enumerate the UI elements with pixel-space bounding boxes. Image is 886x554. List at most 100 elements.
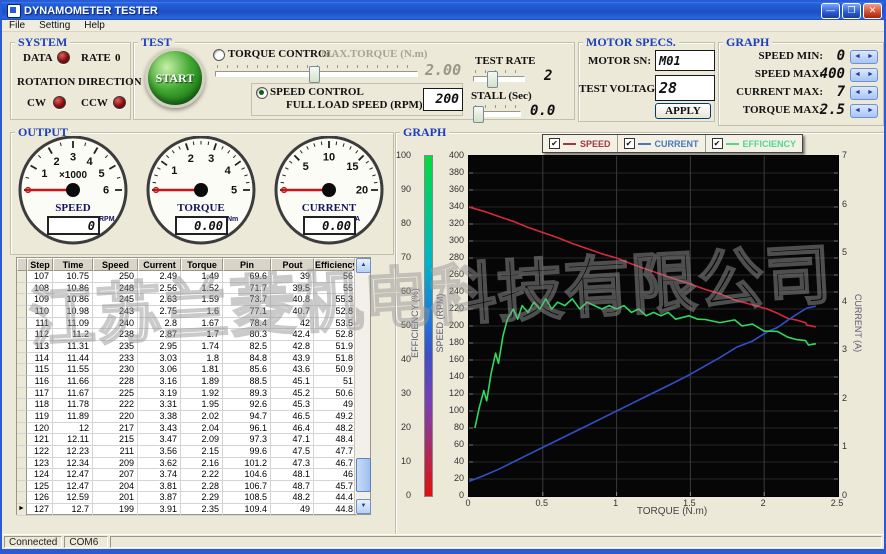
row-selector-cell[interactable] [17, 283, 27, 295]
table-cell: 120 [27, 423, 53, 435]
table-row[interactable]: 11911.892203.382.0294.746.549.2 [17, 411, 370, 423]
table-row[interactable]: 10910.862452.631.5973.740.855.3 [17, 294, 370, 306]
table-scrollbar[interactable]: ▲ ▼ [354, 258, 370, 514]
setting-spinner[interactable]: ◄► [850, 104, 878, 118]
max-torque-slider-thumb[interactable] [309, 66, 320, 83]
row-selector-cell[interactable] [17, 271, 27, 283]
row-selector-cell[interactable] [17, 306, 27, 318]
stall-slider[interactable] [473, 105, 521, 121]
setting-value: 400 [815, 66, 845, 82]
row-selector-cell[interactable] [17, 399, 27, 411]
table-row[interactable]: 11211.22382.871.780.342.452.8 [17, 329, 370, 341]
motor-sn-input[interactable]: M01 [655, 50, 715, 71]
row-selector-cell[interactable] [17, 294, 27, 306]
scroll-up-icon[interactable]: ▲ [356, 258, 371, 273]
legend-checkbox[interactable]: ✔ [549, 138, 560, 149]
row-selector-cell[interactable] [17, 388, 27, 400]
table-row[interactable]: 12112.112153.472.0997.347.148.4 [17, 434, 370, 446]
spin-right-icon[interactable]: ► [867, 106, 874, 116]
apply-button[interactable]: APPLY [655, 103, 711, 119]
menu-setting[interactable]: Setting [32, 20, 77, 31]
test-rate-slider-thumb[interactable] [487, 71, 498, 88]
row-selector-cell[interactable]: ► [17, 504, 27, 516]
table-row[interactable]: 12212.232113.562.1599.647.547.7 [17, 446, 370, 458]
table-row[interactable]: 11811.782223.311.9592.645.349 [17, 399, 370, 411]
full-load-speed-input[interactable]: 200 [423, 88, 463, 111]
spin-left-icon[interactable]: ◄ [854, 106, 861, 116]
menu-file[interactable]: File [2, 20, 32, 31]
scrollbar-thumb[interactable] [356, 458, 371, 492]
table-row[interactable]: 10810.862482.561.5271.739.555 [17, 283, 370, 295]
table-row[interactable]: 11311.312352.951.7482.542.851.9 [17, 341, 370, 353]
title-bar[interactable]: DYNAMOMETER TESTER — ❐ ✕ [2, 2, 884, 20]
setting-spinner[interactable]: ◄► [850, 68, 878, 82]
table-row[interactable]: 11611.662283.161.8988.545.151 [17, 376, 370, 388]
row-selector-cell[interactable] [17, 411, 27, 423]
table-cell: 48.1 [271, 469, 314, 481]
restore-icon[interactable]: ❐ [842, 3, 861, 19]
row-selector-cell[interactable] [17, 353, 27, 365]
row-selector-cell[interactable] [17, 364, 27, 376]
table-row[interactable]: ►12712.71993.912.35109.44944.8 [17, 504, 370, 516]
legend-checkbox[interactable]: ✔ [712, 138, 723, 149]
table-row[interactable]: 12612.592013.872.29108.548.244.4 [17, 492, 370, 504]
test-voltage-input[interactable]: 28 [655, 75, 715, 101]
spin-left-icon[interactable]: ◄ [854, 70, 861, 80]
legend-checkbox[interactable]: ✔ [624, 138, 635, 149]
setting-spinner[interactable]: ◄► [850, 86, 878, 100]
torque-control-radio[interactable] [213, 49, 225, 61]
table-row[interactable]: 11411.442333.031.884.843.951.8 [17, 353, 370, 365]
column-header[interactable]: Torque [181, 258, 223, 271]
table-cell: 2.29 [181, 492, 223, 504]
column-header[interactable]: Pout [271, 258, 314, 271]
table-row[interactable]: 11511.552303.061.8185.643.650.9 [17, 364, 370, 376]
table-cell: 43.9 [271, 353, 314, 365]
table-cell: 51 [314, 376, 357, 388]
start-button[interactable]: START [145, 48, 205, 108]
row-selector-cell[interactable] [17, 376, 27, 388]
menu-help[interactable]: Help [77, 20, 112, 31]
column-header[interactable]: Time [53, 258, 93, 271]
spin-right-icon[interactable]: ► [867, 88, 874, 98]
table-row[interactable]: 11711.672253.191.9289.345.250.6 [17, 388, 370, 400]
row-selector-cell[interactable] [17, 492, 27, 504]
row-selector-cell[interactable] [17, 423, 27, 435]
max-torque-slider[interactable] [215, 65, 418, 81]
table-cell: 12.23 [53, 446, 93, 458]
column-header[interactable]: Step [27, 258, 53, 271]
spin-left-icon[interactable]: ◄ [854, 52, 861, 62]
column-header[interactable]: Current [138, 258, 181, 271]
row-selector-cell[interactable] [17, 469, 27, 481]
stall-slider-thumb[interactable] [473, 106, 484, 123]
spin-left-icon[interactable]: ◄ [854, 88, 861, 98]
column-header[interactable]: Speed [93, 258, 138, 271]
scroll-down-icon[interactable]: ▼ [356, 499, 371, 514]
row-selector-cell[interactable] [17, 458, 27, 470]
setting-spinner[interactable]: ◄► [850, 50, 878, 64]
row-selector-cell[interactable] [17, 341, 27, 353]
row-selector-cell[interactable] [17, 481, 27, 493]
table-row[interactable]: 12412.472073.742.22104.648.146 [17, 469, 370, 481]
table-row[interactable]: 10710.752502.491.4969.63956 [17, 271, 370, 283]
spin-right-icon[interactable]: ► [867, 52, 874, 62]
minimize-icon[interactable]: — [821, 3, 840, 19]
row-selector-cell[interactable] [17, 446, 27, 458]
close-icon[interactable]: ✕ [863, 3, 882, 19]
column-header[interactable]: Pin [223, 258, 271, 271]
spin-right-icon[interactable]: ► [867, 70, 874, 80]
column-header[interactable]: Efficiency [314, 258, 357, 271]
row-selector-cell[interactable] [17, 434, 27, 446]
table-row[interactable]: 120122173.432.0496.146.448.2 [17, 423, 370, 435]
table-row[interactable]: 12512.472043.812.28106.748.745.7 [17, 481, 370, 493]
table-row[interactable]: 11010.982432.751.677.140.752.8 [17, 306, 370, 318]
row-selector-cell[interactable] [17, 318, 27, 330]
row-selector-cell[interactable] [17, 329, 27, 341]
speed-control-radio[interactable] [256, 87, 268, 99]
gauge-unit: Nm [227, 216, 238, 223]
max-torque-value: 2.00 [425, 61, 461, 79]
table-row[interactable]: 11111.092402.81.6778.44253.5 [17, 318, 370, 330]
table-row[interactable]: 12312.342093.622.16101.247.346.7 [17, 458, 370, 470]
test-rate-slider[interactable] [473, 70, 525, 86]
gauge-name: CURRENT [273, 202, 385, 214]
setting-value: 2.5 [815, 102, 845, 118]
